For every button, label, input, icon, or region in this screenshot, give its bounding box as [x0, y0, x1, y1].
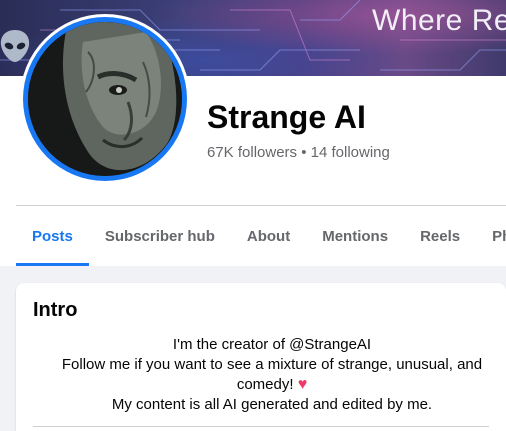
- bio-line: Follow me if you want to see a mixture o…: [61, 356, 483, 373]
- profile-name: Strange AI: [207, 99, 366, 135]
- tab-photos[interactable]: Photo: [476, 206, 506, 266]
- profile-stats[interactable]: 67K followers • 14 following: [207, 144, 390, 161]
- tab-mentions[interactable]: Mentions: [306, 206, 404, 266]
- bio-line: I'm the creator of @StrangeAI: [172, 336, 372, 353]
- avatar-face-illustration: [28, 22, 182, 176]
- profile-header: Where Re Strange AI 67K followers • 14 f…: [0, 0, 506, 266]
- profile-tabs: Posts Subscriber hub About Mentions Reel…: [16, 206, 506, 266]
- bio-line: My content is all AI generated and edite…: [111, 396, 433, 413]
- heart-icon: ♥: [297, 376, 308, 393]
- intro-card: Intro I'm the creator of @StrangeAI Foll…: [16, 283, 506, 431]
- intro-divider: [33, 426, 489, 427]
- intro-bio: I'm the creator of @StrangeAI Follow me …: [33, 335, 506, 415]
- bio-line-with-heart: comedy! ♥: [33, 375, 506, 395]
- alien-icon: [0, 30, 30, 62]
- tab-about[interactable]: About: [231, 206, 306, 266]
- intro-title: Intro: [33, 299, 78, 321]
- tab-reels[interactable]: Reels: [404, 206, 476, 266]
- avatar[interactable]: [23, 17, 187, 181]
- profile-page: Where Re Strange AI 67K followers • 14 f…: [0, 0, 506, 431]
- avatar-image: [28, 22, 182, 176]
- bio-line-text: comedy!: [236, 376, 294, 393]
- tab-posts[interactable]: Posts: [16, 206, 89, 266]
- cover-text: Where Re: [372, 4, 506, 37]
- tab-subscriber-hub[interactable]: Subscriber hub: [89, 206, 231, 266]
